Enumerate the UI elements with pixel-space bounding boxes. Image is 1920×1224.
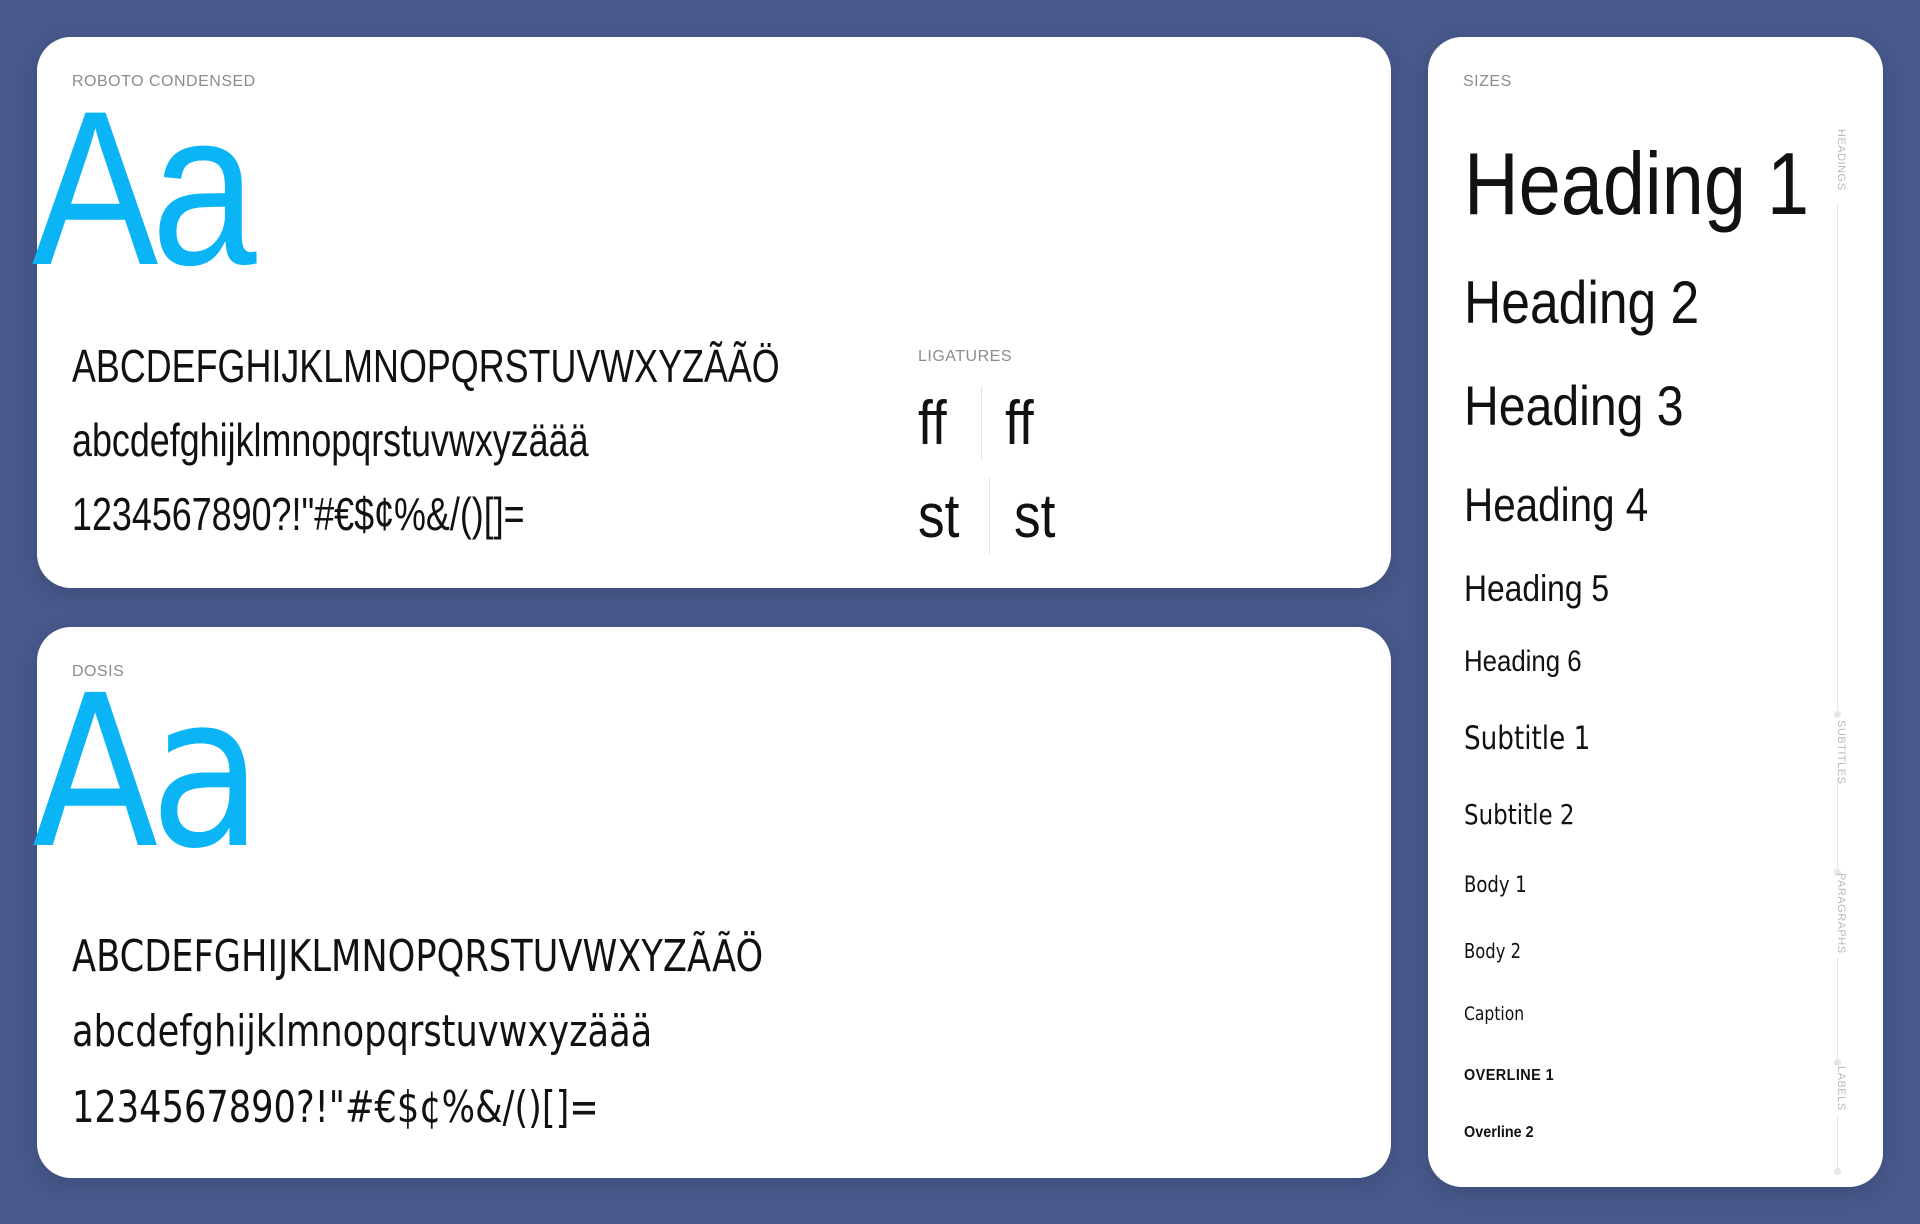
- dosis-lowercase-line: abcdefghijklmnopqrstuvwxyzäää: [72, 1006, 653, 1057]
- size-caption: Caption: [1464, 1003, 1525, 1025]
- size-heading-2: Heading 2: [1464, 269, 1700, 336]
- rail-line-headings: [1837, 203, 1838, 715]
- size-overline-2: Overline 2: [1464, 1124, 1534, 1141]
- rail-end-dot: [1834, 1059, 1841, 1066]
- size-subtitle-1: Subtitle 1: [1464, 719, 1591, 757]
- size-heading-5: Heading 5: [1464, 568, 1610, 609]
- ligature-st-ligated: st: [1014, 482, 1056, 551]
- ligature-ff-plain: ff: [918, 389, 947, 458]
- roboto-lowercase-line: abcdefghijklmnopqrstuvwxyzäää: [72, 414, 589, 466]
- size-heading-4: Heading 4: [1464, 478, 1649, 531]
- rail-line-labels: [1837, 1115, 1838, 1172]
- size-heading-1: Heading 1: [1464, 134, 1810, 233]
- ligature-divider: [989, 478, 990, 554]
- rail-label-subtitles: SUBTITLES: [1835, 720, 1847, 785]
- ligature-ff-ligated: ff: [1005, 389, 1034, 458]
- size-overline-1: OVERLINE 1: [1464, 1067, 1555, 1084]
- roboto-numbers-line: 1234567890?!"#€$¢%&/()[]=: [72, 488, 525, 540]
- rail-line-paragraphs: [1837, 957, 1838, 1063]
- sizes-label: SIZES: [1463, 73, 1512, 90]
- ligature-st-plain: st: [918, 482, 960, 551]
- rail-end-dot: [1834, 711, 1841, 718]
- sizes-card: SIZES Heading 1 Heading 2 Heading 3 Head…: [1428, 37, 1883, 1187]
- size-subtitle-2: Subtitle 2: [1464, 798, 1575, 831]
- dosis-specimen-aa: Aa: [32, 650, 263, 895]
- size-heading-6: Heading 6: [1464, 645, 1582, 678]
- rail-line-subtitles: [1837, 778, 1838, 873]
- size-heading-3: Heading 3: [1464, 374, 1684, 437]
- rail-end-dot: [1834, 1168, 1841, 1175]
- rail-label-headings: HEADINGS: [1835, 129, 1847, 191]
- size-body-1: Body 1: [1464, 873, 1527, 898]
- roboto-specimen-aa: Aa: [32, 65, 257, 311]
- ligature-divider: [981, 386, 982, 460]
- roboto-uppercase-line: ABCDEFGHIJKLMNOPQRSTUVWXYZÃÃÖ: [72, 340, 780, 392]
- rail-label-paragraphs: PARAGRAPHS: [1835, 873, 1847, 954]
- dosis-numbers-line: 1234567890?!"#€$¢%&/()[]=: [72, 1082, 599, 1133]
- ligatures-label: LIGATURES: [918, 348, 1012, 365]
- rail-label-labels: LABELS: [1835, 1066, 1847, 1111]
- dosis-uppercase-line: ABCDEFGHIJKLMNOPQRSTUVWXYZÃÃÖ: [72, 931, 764, 982]
- size-body-2: Body 2: [1464, 939, 1522, 963]
